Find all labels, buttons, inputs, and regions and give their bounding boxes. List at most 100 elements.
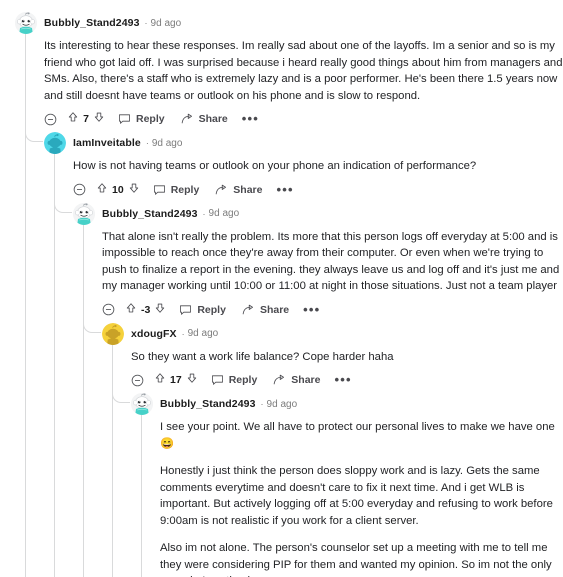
snoo-cyan-avatar[interactable]	[44, 132, 66, 154]
reply-label: Reply	[136, 113, 165, 125]
comment: Bubbly_Stand2493 · 9d ago Its interesting t…	[15, 12, 563, 577]
comment: xdougFX · 9d ago So they want a work life b…	[83, 317, 563, 577]
downvote-icon[interactable]	[186, 371, 198, 389]
share-button[interactable]: Share	[215, 184, 262, 196]
thread-connector	[25, 127, 43, 142]
share-button[interactable]: Share	[242, 304, 289, 316]
vote-group: 17	[154, 371, 198, 389]
comment-header: Bubbly_Stand2493 · 9d ago	[73, 202, 563, 225]
vote-score: 17	[170, 374, 182, 386]
thread-connector	[54, 197, 72, 213]
collapse-thread-icon[interactable]	[131, 374, 144, 387]
collapse-thread-icon[interactable]	[44, 113, 57, 126]
downvote-icon[interactable]	[93, 110, 105, 128]
reply-button[interactable]: Reply	[211, 374, 258, 386]
share-button[interactable]: Share	[181, 113, 228, 125]
reply-button[interactable]: Reply	[118, 113, 165, 125]
share-button[interactable]: Share	[273, 374, 320, 386]
thread-line[interactable]	[141, 415, 142, 577]
comment-action-bar: 10 Reply Share •••	[73, 179, 563, 201]
upvote-icon[interactable]	[154, 371, 166, 389]
meta-separator: ·	[145, 138, 149, 148]
snoo-white-avatar[interactable]	[131, 393, 153, 415]
meta-separator: ·	[260, 399, 264, 409]
comment-action-bar: -3 Reply Share •••	[102, 299, 563, 321]
comment-content: So they want a work life balance? Cope h…	[102, 344, 563, 577]
comment-timestamp: 9d ago	[150, 17, 182, 29]
comment-paragraph: Honestly i just think the person does sl…	[160, 465, 553, 527]
vote-group: 10	[96, 181, 140, 199]
upvote-icon[interactable]	[67, 110, 79, 128]
collapse-thread-icon[interactable]	[102, 303, 115, 316]
more-options-icon[interactable]: •••	[276, 183, 293, 196]
comment-content: Its interesting to hear these responses.…	[15, 34, 563, 577]
downvote-icon[interactable]	[154, 301, 166, 319]
comment: IamInveitable · 9d ago How is not having te…	[25, 127, 563, 577]
snoo-white-avatar[interactable]	[15, 12, 37, 34]
more-options-icon[interactable]: •••	[242, 112, 259, 125]
comment-author[interactable]: Bubbly_Stand2493	[102, 208, 198, 220]
thread-line[interactable]	[112, 344, 113, 577]
thread-line[interactable]	[54, 154, 55, 577]
thread-line[interactable]	[83, 224, 84, 577]
comment-author[interactable]: IamInveitable	[73, 137, 141, 149]
more-options-icon[interactable]: •••	[334, 373, 351, 386]
comment-action-bar: 17 Reply Share •••	[131, 369, 563, 391]
reply-label: Reply	[170, 183, 200, 196]
downvote-icon[interactable]	[128, 181, 140, 199]
comment-bubble-icon	[179, 304, 192, 316]
comment-header: IamInveitable · 9d ago	[44, 132, 563, 154]
comment-bubble-icon	[153, 184, 166, 196]
thread-connector	[83, 317, 101, 333]
vote-score: 7	[83, 113, 89, 125]
snoo-white-avatar[interactable]	[73, 202, 95, 225]
comment-content: How is not having teams or outlook on yo…	[44, 154, 563, 577]
comment-bubble-icon	[118, 113, 131, 125]
reply-label: Reply	[197, 303, 226, 316]
comment-author[interactable]: Bubbly_Stand2493	[44, 17, 140, 29]
reply-label: Reply	[228, 374, 258, 386]
upvote-icon[interactable]	[125, 301, 137, 319]
comment-bubble-icon	[211, 374, 224, 386]
thread-connector	[112, 388, 130, 403]
thread-line[interactable]	[25, 34, 26, 577]
child-comments: Bubbly_Stand2493 · 9d ago That alone isn't …	[54, 197, 563, 577]
comment: Bubbly_Stand2493 · 9d ago That alone isn't …	[54, 197, 563, 577]
snoo-yellow-avatar[interactable]	[102, 322, 124, 345]
comment-header: Bubbly_Stand2493 · 9d ago	[131, 393, 563, 415]
collapse-thread-icon[interactable]	[73, 183, 86, 196]
comment-paragraph: That alone isn't really the problem. Its…	[102, 230, 560, 293]
vote-score: 10	[112, 183, 124, 196]
child-comments: xdougFX · 9d ago So they want a work life b…	[83, 317, 563, 577]
share-arrow-icon	[242, 304, 255, 316]
meta-separator: ·	[181, 328, 185, 339]
reply-button[interactable]: Reply	[153, 183, 200, 196]
comment-thread: Bubbly_Stand2493 · 9d ago Its interesting t…	[0, 12, 563, 577]
comment-paragraph: Also im not alone. The person's counselo…	[160, 542, 552, 577]
comment-timestamp: 9d ago	[208, 208, 240, 219]
vote-score: -3	[141, 303, 151, 316]
child-comments: IamInveitable · 9d ago How is not having te…	[25, 127, 563, 577]
comment-body: Its interesting to hear these responses.…	[44, 34, 563, 104]
reply-button[interactable]: Reply	[179, 304, 226, 316]
meta-separator: ·	[202, 208, 206, 219]
comment-paragraph: How is not having teams or outlook on yo…	[73, 160, 477, 172]
vote-group: -3	[125, 301, 166, 319]
comment-timestamp: 9d ago	[266, 398, 298, 410]
share-arrow-icon	[273, 374, 286, 386]
share-arrow-icon	[181, 113, 194, 125]
comment-body: I see your point. We all have to protect…	[160, 415, 563, 577]
child-comments: Bubbly_Stand2493 · 9d ago I see your point.…	[112, 388, 563, 577]
comment-author[interactable]: Bubbly_Stand2493	[160, 398, 256, 410]
comment: Bubbly_Stand2493 · 9d ago I see your point.…	[112, 388, 563, 577]
more-options-icon[interactable]: •••	[303, 303, 320, 316]
share-label: Share	[233, 183, 263, 196]
upvote-icon[interactable]	[96, 181, 108, 199]
comment-author[interactable]: xdougFX	[131, 328, 177, 340]
comment-header: Bubbly_Stand2493 · 9d ago	[15, 12, 563, 34]
comment-timestamp: 9d ago	[187, 328, 219, 339]
comment-content: I see your point. We all have to protect…	[131, 415, 563, 577]
meta-separator: ·	[144, 18, 148, 28]
share-arrow-icon	[215, 184, 228, 196]
comment-paragraph: I see your point. We all have to protect…	[160, 421, 555, 450]
